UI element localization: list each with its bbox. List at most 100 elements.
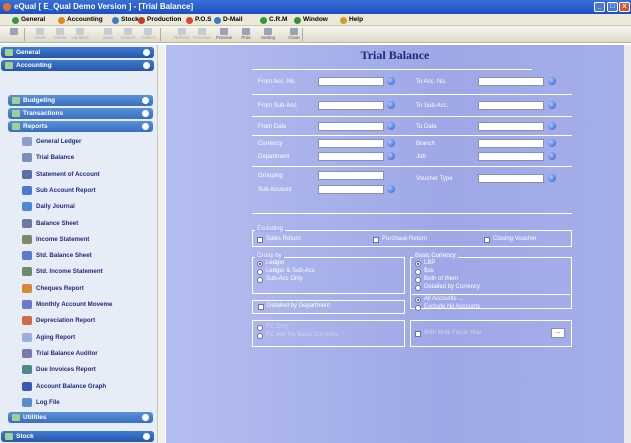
closing-voucher-checkbox[interactable] — [484, 237, 490, 243]
window-title: eQual [ E_Qual Demo Version ] - [Trial B… — [14, 2, 194, 11]
menu-accounting[interactable]: Accounting — [58, 15, 103, 25]
menu-pos[interactable]: P.O.S — [186, 15, 212, 25]
toolbar-button-collect[interactable]: Collect — [138, 27, 158, 42]
sidebar-item-general-ledger[interactable]: General Ledger — [22, 135, 81, 148]
sidebar-item-income-statement[interactable]: Income Statement — [22, 233, 89, 246]
sidebar-group-accounting[interactable]: Accounting — [1, 60, 154, 71]
sidebar-item-statement-of-account[interactable]: Statement of Account — [22, 168, 100, 181]
toolbar-button-insert[interactable]: Insert — [30, 27, 50, 42]
toolbar-button-updated[interactable]: Updated — [70, 27, 90, 42]
fc-only-radio[interactable] — [257, 325, 263, 331]
sidebar-item-balance-sheet[interactable]: Balance Sheet — [22, 217, 78, 230]
sidebar-item-account-balance-graph[interactable]: Account Balance Graph — [22, 380, 106, 393]
sub-acc-only-radio[interactable] — [257, 277, 263, 283]
ledger-radio[interactable] — [257, 261, 263, 267]
to-acc-no-field[interactable] — [478, 77, 544, 86]
sidebar-item-log-file[interactable]: Log File — [22, 396, 60, 409]
toolbar-button-print[interactable]: Print — [236, 27, 256, 42]
toolbar-button-fold[interactable] — [4, 27, 24, 42]
lookup-icon[interactable] — [548, 101, 556, 109]
sidebar-item-aging-report[interactable]: Aging Report — [22, 331, 75, 344]
sidebar-item-trial-balance[interactable]: Trial Balance — [22, 151, 74, 164]
budgeting-icon — [12, 97, 20, 104]
sidebar-group-general[interactable]: General — [1, 47, 154, 58]
toolbar-icon — [124, 28, 132, 35]
sidebar-item-depreciation-report[interactable]: Depreciation Report — [22, 314, 95, 327]
sales-return-checkbox[interactable] — [257, 237, 263, 243]
grouping-field[interactable] — [318, 171, 384, 180]
from-sub-acc-field[interactable] — [318, 101, 384, 110]
all-accounts-radio[interactable] — [415, 297, 421, 303]
sidebar-scrollbar[interactable] — [157, 45, 165, 443]
menu-production[interactable]: Production — [138, 15, 181, 25]
detailed-currency-radio[interactable] — [415, 285, 421, 291]
lbp-radio[interactable] — [415, 261, 421, 267]
toolbar-button-refresh[interactable]: Refresh — [172, 27, 192, 42]
lookup-icon[interactable] — [548, 174, 556, 182]
sidebar: General Accounting Budgeting Transaction… — [0, 45, 157, 443]
voucher-type-field[interactable] — [478, 174, 544, 183]
fiscal-year-picker-button[interactable]: ... — [551, 328, 565, 338]
branch-label: Branch — [416, 141, 436, 147]
excluding-title: Excluding — [255, 226, 286, 232]
job-field[interactable] — [478, 152, 544, 161]
toolbar-button-cancel[interactable]: Cancel — [118, 27, 138, 42]
sidebar-item-std-balance-sheet[interactable]: Std. Balance Sheet — [22, 249, 92, 262]
toolbar-button-setting[interactable]: Setting — [258, 27, 278, 42]
multi-fiscal-year-checkbox[interactable] — [415, 331, 421, 337]
lookup-icon[interactable] — [387, 77, 395, 85]
toolbar-button-delete[interactable]: Delete — [50, 27, 70, 42]
purchase-return-checkbox[interactable] — [373, 237, 379, 243]
minimize-button[interactable]: _ — [594, 2, 605, 12]
to-date-field[interactable] — [478, 122, 544, 131]
menu-crm[interactable]: C.R.M — [260, 15, 287, 25]
usd-radio[interactable] — [415, 269, 421, 275]
both-radio[interactable] — [415, 277, 421, 283]
menu-general[interactable]: General — [12, 15, 45, 25]
sidebar-item-monthly-account-moveme[interactable]: Monthly Account Moveme — [22, 298, 112, 311]
sidebar-item-trial-balance-auditor[interactable]: Trial Balance Auditor — [22, 347, 98, 360]
sidebar-item-due-invoices-report[interactable]: Due Invoices Report — [22, 363, 96, 376]
toolbar-button-save[interactable]: Save — [98, 27, 118, 42]
sub-account-field[interactable] — [318, 185, 384, 194]
lookup-icon[interactable] — [548, 77, 556, 85]
from-acc-no-field[interactable] — [318, 77, 384, 86]
exclude-nil-radio[interactable] — [415, 305, 421, 311]
toolbar-button-previous[interactable]: Previous — [192, 27, 212, 42]
menu-stock[interactable]: Stock — [112, 15, 139, 25]
sidebar-group-utilities[interactable]: Utilities — [8, 412, 153, 423]
close-window-button[interactable]: x — [619, 2, 630, 12]
sidebar-item-cheques-report[interactable]: Cheques Report — [22, 282, 84, 295]
toolbar-button-close[interactable]: Close — [284, 27, 304, 42]
department-field[interactable] — [318, 152, 384, 161]
calendar-icon[interactable] — [548, 122, 556, 130]
sidebar-group-reports[interactable]: Reports — [8, 121, 153, 132]
detailed-by-department-checkbox[interactable] — [258, 304, 264, 310]
sidebar-item-daily-journal[interactable]: Daily Journal — [22, 200, 75, 213]
lookup-icon[interactable] — [387, 152, 395, 160]
to-sub-acc-field[interactable] — [478, 101, 544, 110]
menu-help[interactable]: Help — [340, 15, 363, 25]
ledger-sub-acc-radio[interactable] — [257, 269, 263, 275]
calendar-icon[interactable] — [387, 122, 395, 130]
sidebar-group-budgeting[interactable]: Budgeting — [8, 95, 153, 106]
fc-with-basic-radio[interactable] — [257, 333, 263, 339]
toolbar-button-preview[interactable]: Preview — [214, 27, 234, 42]
menu-icon — [12, 17, 19, 24]
sidebar-group-stock[interactable]: Stock — [1, 431, 154, 442]
from-date-field[interactable] — [318, 122, 384, 131]
lookup-icon[interactable] — [387, 101, 395, 109]
currency-field[interactable] — [318, 139, 384, 148]
menu-dmail[interactable]: D-Mail — [214, 15, 243, 25]
sidebar-item-sub-account-report[interactable]: Sub Account Report — [22, 184, 96, 197]
menu-window[interactable]: Window — [294, 15, 328, 25]
branch-field[interactable] — [478, 139, 544, 148]
maximize-button[interactable]: □ — [607, 2, 618, 12]
lookup-icon[interactable] — [548, 139, 556, 147]
lookup-icon[interactable] — [387, 139, 395, 147]
lookup-icon[interactable] — [548, 152, 556, 160]
sidebar-item-std-income-statement[interactable]: Std. Income Statement — [22, 265, 103, 278]
sidebar-group-transactions[interactable]: Transactions — [8, 108, 153, 119]
lookup-icon[interactable] — [387, 185, 395, 193]
main-scrollbar[interactable] — [624, 45, 631, 443]
